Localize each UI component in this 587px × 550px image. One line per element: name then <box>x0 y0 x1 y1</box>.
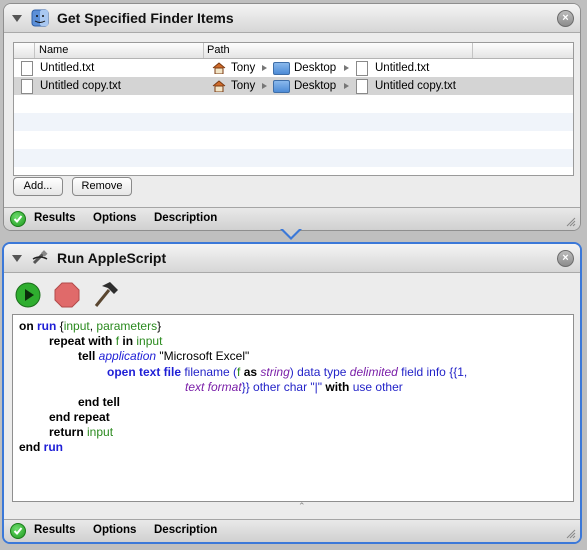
description-tab[interactable]: Description <box>154 212 217 224</box>
get-specified-finder-items-action: Get Specified Finder Items × Name Path U… <box>3 3 581 231</box>
folder-icon <box>273 80 290 93</box>
empty-row <box>14 95 573 113</box>
stop-icon[interactable] <box>54 282 80 308</box>
results-tab[interactable]: Results <box>34 524 76 536</box>
script-line-9: end run <box>19 440 64 454</box>
column-header-path[interactable]: Path <box>207 44 230 56</box>
item-name: Untitled.txt <box>40 62 95 74</box>
table-row[interactable]: Untitled.txt Tony Desktop Untitled.txt <box>14 59 573 77</box>
path-home: Tony <box>231 80 256 92</box>
table-header: Name Path <box>14 43 573 59</box>
folder-icon <box>273 62 290 75</box>
resize-grip-icon[interactable] <box>565 528 576 539</box>
path-separator-icon <box>262 83 267 89</box>
empty-row <box>14 113 573 131</box>
action-footer: Results Options Description <box>4 519 580 542</box>
path-separator-icon <box>262 65 267 71</box>
close-action-button[interactable]: × <box>557 10 574 27</box>
disclosure-triangle-icon[interactable] <box>12 255 22 262</box>
connector-notch-icon <box>280 229 302 240</box>
path-file: Untitled copy.txt <box>375 80 456 92</box>
action-title: Run AppleScript <box>57 250 167 266</box>
script-line-4: open text file filename (f as string) da… <box>107 365 468 379</box>
action-footer: Results Options Description <box>4 207 580 230</box>
script-line-1: on run {input, parameters} <box>19 319 162 333</box>
run-applescript-action: Run AppleScript × on run {input, paramet… <box>2 242 582 544</box>
path-folder: Desktop <box>294 62 337 74</box>
document-icon <box>356 61 368 76</box>
script-line-8: return input <box>49 425 114 439</box>
path-home: Tony <box>231 62 256 74</box>
action-title-bar[interactable]: Run AppleScript × <box>4 244 580 273</box>
empty-row <box>14 149 573 167</box>
results-tab[interactable]: Results <box>34 212 76 224</box>
compile-hammer-icon[interactable] <box>90 280 120 308</box>
options-tab[interactable]: Options <box>93 212 136 224</box>
empty-row <box>14 131 573 149</box>
document-icon <box>21 61 33 76</box>
action-title: Get Specified Finder Items <box>57 10 234 26</box>
home-icon <box>212 80 226 92</box>
action-title-bar[interactable]: Get Specified Finder Items × <box>4 4 580 33</box>
remove-button[interactable]: Remove <box>72 177 132 196</box>
resize-grip-icon[interactable] <box>565 216 576 227</box>
path-separator-icon <box>344 65 349 71</box>
success-check-icon <box>10 211 26 227</box>
options-tab[interactable]: Options <box>93 524 136 536</box>
run-icon[interactable] <box>15 282 41 308</box>
path-folder: Desktop <box>294 80 337 92</box>
column-header-name[interactable]: Name <box>39 44 68 56</box>
applescript-icon <box>32 250 48 265</box>
script-line-5: text format}} other char "|" with use ot… <box>185 380 403 394</box>
finder-items-table[interactable]: Name Path Untitled.txt Tony Desktop Unti… <box>13 42 574 176</box>
success-check-icon <box>10 523 26 539</box>
script-line-3: tell application "Microsoft Excel" <box>78 349 250 363</box>
split-handle-icon[interactable]: ⌃ <box>298 501 306 512</box>
finder-icon <box>31 9 49 27</box>
disclosure-triangle-icon[interactable] <box>12 15 22 22</box>
home-icon <box>212 62 226 74</box>
close-action-button[interactable]: × <box>557 250 574 267</box>
description-tab[interactable]: Description <box>154 524 217 536</box>
path-file: Untitled.txt <box>375 62 430 74</box>
script-line-7: end repeat <box>49 410 110 424</box>
table-row[interactable]: Untitled copy.txt Tony Desktop Untitled … <box>14 77 573 95</box>
script-editor[interactable]: on run {input, parameters} repeat with f… <box>12 314 574 511</box>
item-name: Untitled copy.txt <box>40 80 121 92</box>
script-line-6: end tell <box>78 395 121 409</box>
add-button[interactable]: Add... <box>13 177 63 196</box>
script-line-2: repeat with f in input <box>49 334 163 348</box>
document-icon <box>356 79 368 94</box>
document-icon <box>21 79 33 94</box>
path-separator-icon <box>344 83 349 89</box>
